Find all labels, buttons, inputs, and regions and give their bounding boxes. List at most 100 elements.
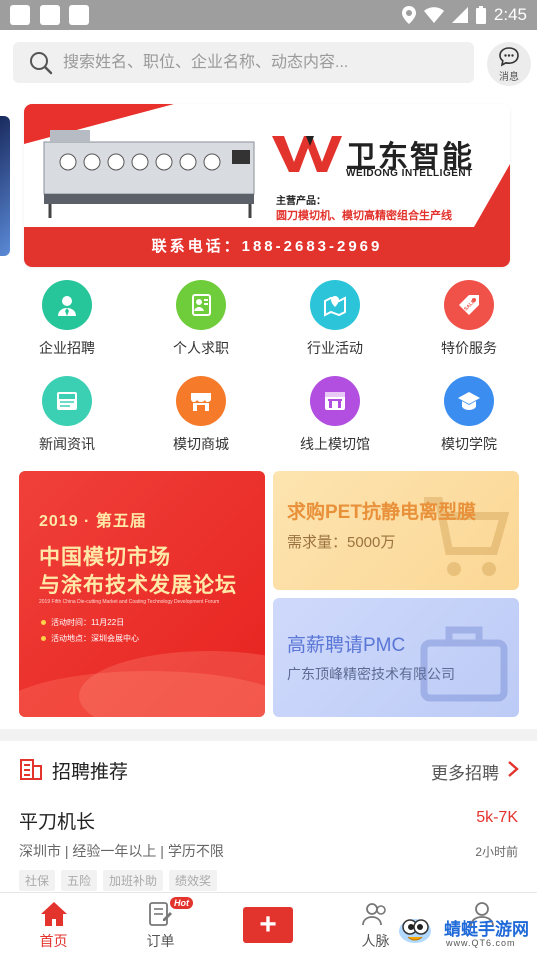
- banner-previous-slide[interactable]: [0, 116, 10, 256]
- hiring-title: 高薪聘请PMC: [287, 635, 406, 656]
- forum-venue: 活动地点：深圳会展中心: [51, 634, 139, 643]
- plus-icon: +: [259, 908, 277, 941]
- machine-image: [43, 130, 255, 218]
- dragonfly-logo-icon: [399, 919, 431, 943]
- wifi-icon: [423, 7, 444, 23]
- forum-title-en: 2019 Fifth China Die-cutting Market and …: [39, 599, 220, 605]
- recruit-section-header: 招聘推荐 更多招聘: [0, 741, 537, 797]
- nav-label: 个人求职: [173, 340, 229, 356]
- nav-label: 模切学院: [441, 436, 497, 452]
- nav-label: 模切商城: [173, 436, 229, 452]
- order-icon: [149, 902, 172, 926]
- nav-icon-bg: SALE: [444, 280, 494, 330]
- status-bar: 2:45: [0, 0, 537, 30]
- search-icon: [30, 52, 53, 75]
- job-title: 平刀机长: [19, 812, 96, 833]
- battery-icon: [475, 6, 486, 24]
- job-posted-time: 2小时前: [475, 845, 518, 859]
- nav-enterprise-recruit[interactable]: 企业招聘: [17, 280, 117, 360]
- building-icon: [20, 759, 42, 780]
- notification-icon: [69, 5, 89, 25]
- tab-home[interactable]: 首页: [0, 893, 107, 956]
- purchase-title: 求购PET抗静电离型膜: [287, 502, 476, 523]
- nav-icon-bg: [176, 376, 226, 426]
- ad-banner[interactable]: 卫东智能 WEIDONG INTELLIGENT 主营产品： 圆刀模切机、模切高…: [24, 104, 510, 267]
- nav-online-pavilion[interactable]: 线上模切馆: [285, 376, 385, 456]
- forum-title-line1: 中国模切市场: [39, 546, 171, 569]
- home-icon: [41, 902, 67, 926]
- forum-title-line2: 与涂布技术发展论坛: [39, 574, 237, 597]
- nav-icon-bg: [444, 376, 494, 426]
- banner-decoration: [470, 164, 510, 234]
- location-icon: [401, 6, 416, 24]
- section-divider: [0, 729, 537, 741]
- purchase-request-card[interactable]: 求购PET抗静电离型膜 需求量：5000万: [273, 471, 519, 590]
- products-label: 主营产品：: [276, 196, 326, 207]
- news-icon: [57, 392, 77, 410]
- card-decoration: [79, 651, 265, 717]
- publish-button[interactable]: +: [243, 907, 293, 943]
- pavilion-icon: [325, 392, 345, 410]
- graduation-cap-icon: [458, 392, 480, 410]
- purchase-quantity: 需求量：5000万: [287, 534, 396, 551]
- chat-bubble-icon: [499, 47, 519, 67]
- store-icon: [191, 393, 211, 411]
- hiring-company: 广东顶峰精密技术有限公司: [287, 666, 455, 682]
- nav-job-seeking[interactable]: 个人求职: [151, 280, 251, 360]
- hiring-card[interactable]: 高薪聘请PMC 广东顶峰精密技术有限公司: [273, 598, 519, 717]
- nav-icon-bg: [176, 280, 226, 330]
- nav-label: 新闻资讯: [39, 436, 95, 452]
- site-watermark: 蜻蜓手游网 www.QT6.com: [390, 905, 535, 955]
- signal-icon: [451, 7, 468, 23]
- notification-icon: [10, 5, 30, 25]
- category-grid: 企业招聘 个人求职 行业活动 SALE 特价服务 新闻资讯 模切商城 线上模切馆…: [0, 280, 537, 460]
- forum-edition: 2019 · 第五届: [39, 513, 147, 530]
- nav-academy[interactable]: 模切学院: [419, 376, 519, 456]
- clock: 2:45: [493, 5, 527, 24]
- nav-industry-events[interactable]: 行业活动: [285, 280, 385, 360]
- map-pin-icon: [324, 296, 346, 317]
- forum-promo-card[interactable]: 2019 · 第五届 中国模切市场 与涂布技术发展论坛 2019 Fifth C…: [19, 471, 265, 717]
- contacts-icon: [362, 903, 386, 926]
- weidong-logo-icon: [272, 136, 342, 172]
- more-recruit-link[interactable]: 更多招聘: [431, 759, 499, 784]
- nav-special-offers[interactable]: SALE 特价服务: [419, 280, 519, 360]
- briefcase-icon: [420, 626, 508, 702]
- nav-news[interactable]: 新闻资讯: [17, 376, 117, 456]
- search-input[interactable]: 搜索姓名、职位、企业名称、动态内容...: [13, 42, 474, 83]
- forum-date: 活动时间：11月22日: [51, 618, 125, 627]
- banner-phone: 联系电话：188-2683-2969: [151, 238, 383, 255]
- header: 搜索姓名、职位、企业名称、动态内容... 消息: [0, 30, 537, 92]
- job-tag: 加班补助: [103, 870, 164, 891]
- job-card[interactable]: 平刀机长 5k-7K 深圳市 | 经验一年以上 | 学历不限 2小时前 社保 五…: [0, 797, 537, 892]
- nav-icon-bg: [310, 376, 360, 426]
- notification-icon: [40, 5, 60, 25]
- search-placeholder: 搜索姓名、职位、企业名称、动态内容...: [63, 54, 349, 71]
- job-meta: 深圳市 | 经验一年以上 | 学历不限: [19, 843, 224, 859]
- message-button[interactable]: 消息: [487, 42, 531, 86]
- bullet-icon: [41, 636, 46, 641]
- job-tag: 社保: [19, 870, 56, 891]
- nav-mall[interactable]: 模切商城: [151, 376, 251, 456]
- sale-tag-icon: SALE: [459, 295, 479, 315]
- nav-label: 企业招聘: [39, 340, 95, 356]
- message-label: 消息: [499, 72, 519, 83]
- tab-label: 首页: [39, 933, 68, 949]
- job-tag: 绩效奖: [169, 870, 218, 891]
- chevron-right-icon[interactable]: [507, 760, 519, 778]
- person-badge-icon: [58, 296, 76, 316]
- resume-icon: [192, 294, 211, 316]
- tab-orders[interactable]: Hot 订单: [107, 893, 214, 956]
- nav-label: 线上模切馆: [300, 436, 370, 452]
- nav-label: 特价服务: [441, 340, 497, 356]
- nav-icon-bg: [42, 376, 92, 426]
- recruit-title: 招聘推荐: [52, 762, 129, 783]
- nav-label: 行业活动: [307, 340, 363, 356]
- job-tags: 社保 五险 加班补助 绩效奖: [19, 870, 218, 891]
- brand-name-en: WEIDONG INTELLIGENT: [346, 168, 473, 179]
- products-text: 圆刀模切机、模切高精密组合生产线: [276, 210, 452, 222]
- tab-label: 订单: [146, 933, 175, 949]
- bullet-icon: [41, 620, 46, 625]
- nav-icon-bg: [42, 280, 92, 330]
- hot-badge: Hot: [170, 897, 193, 909]
